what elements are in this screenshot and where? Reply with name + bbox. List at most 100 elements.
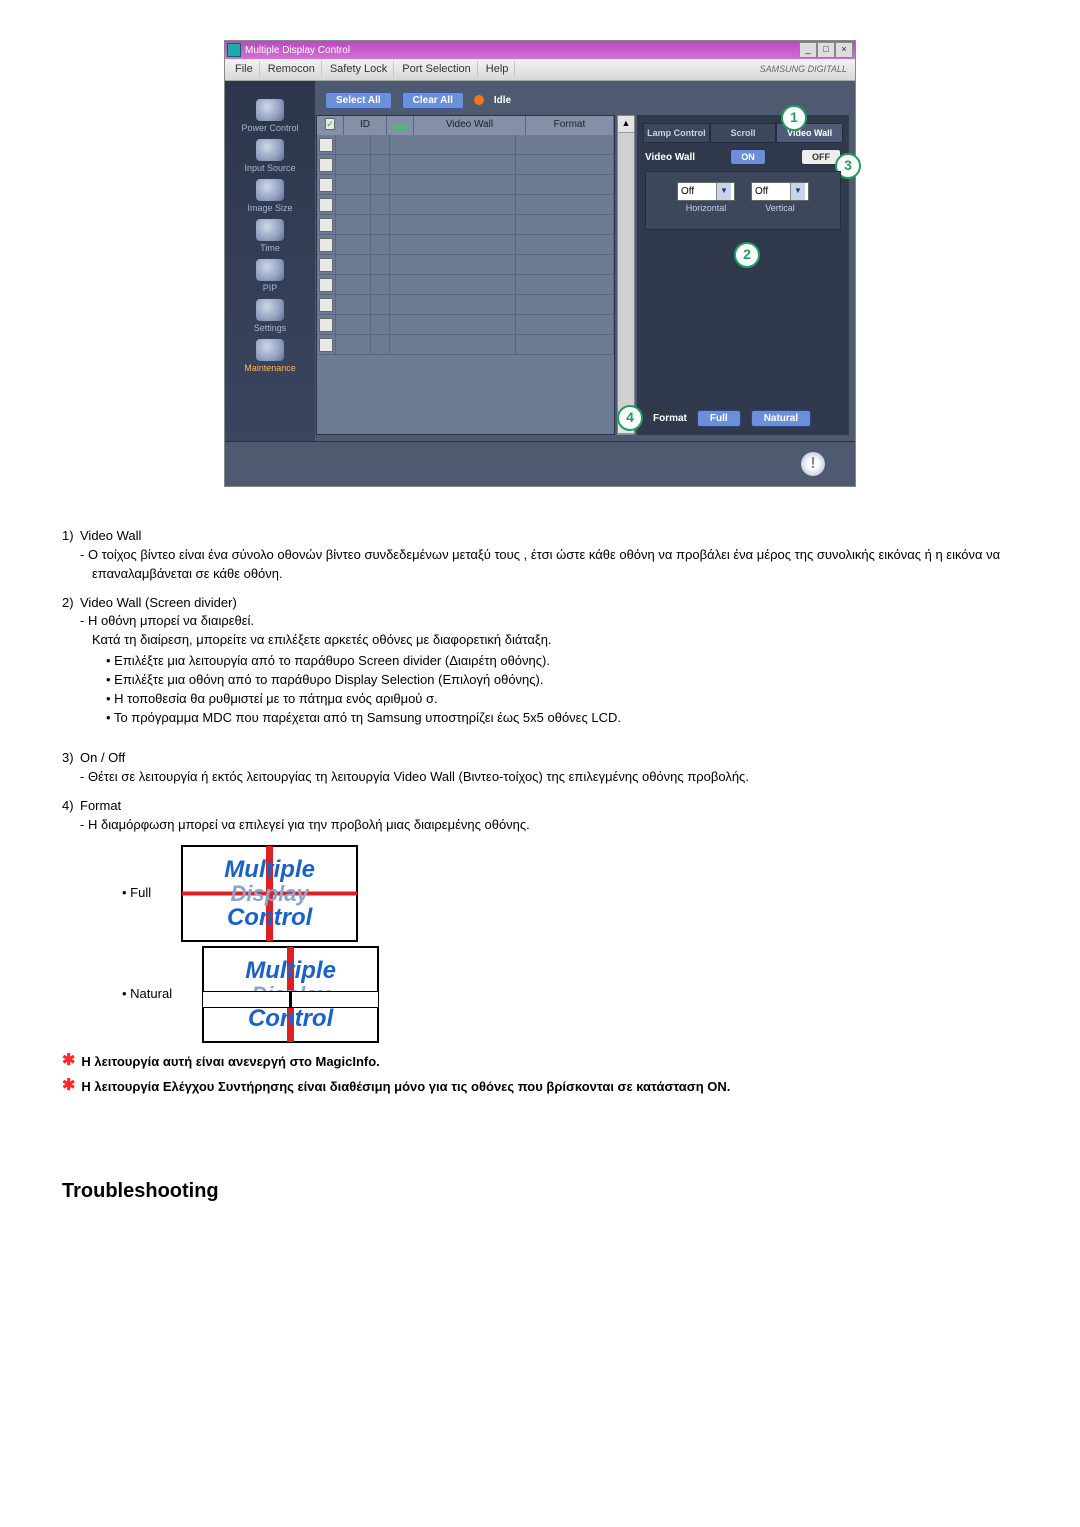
sidebar: Power Control Input Source Image Size Ti… [225, 81, 315, 441]
idle-label: Idle [494, 95, 511, 106]
maintenance-icon [256, 339, 284, 361]
window-title: Multiple Display Control [245, 45, 350, 56]
scroll-up-button[interactable]: ▲ [618, 116, 634, 133]
item3-body: Θέτει σε λειτουργία ή εκτός λειτουργίας … [88, 769, 749, 784]
video-wall-label: Video Wall [645, 152, 695, 163]
table-row[interactable] [317, 155, 614, 175]
table-row[interactable] [317, 275, 614, 295]
col-video-wall[interactable]: Video Wall [414, 116, 526, 135]
format-natural-button[interactable]: Natural [751, 410, 811, 427]
row-checkbox[interactable] [319, 178, 333, 192]
sidebar-item-pip[interactable]: PIP [256, 259, 284, 293]
troubleshooting-heading: Troubleshooting [62, 1177, 1018, 1206]
item4-title: Format [80, 798, 121, 813]
right-panel: 1 Lamp Control Scroll Video Wall Video W… [637, 115, 849, 435]
video-wall-on-button[interactable]: ON [730, 149, 766, 165]
sidebar-label: PIP [263, 283, 278, 293]
col-format[interactable]: Format [526, 116, 614, 135]
table-row[interactable] [317, 135, 614, 155]
grid-header: ✓ ID Video Wall Format [317, 116, 614, 135]
grid-scrollbar[interactable]: ▲ ▼ [617, 115, 635, 435]
row-checkbox[interactable] [319, 238, 333, 252]
warning-icon: ! [801, 452, 825, 476]
select-all-checkbox[interactable]: ✓ [325, 118, 335, 130]
item2-bullet: Το πρόγραμμα MDC που παρέχεται από τη Sa… [106, 709, 1018, 728]
item3-title: On / Off [80, 750, 125, 765]
row-checkbox[interactable] [319, 338, 333, 352]
table-row[interactable] [317, 195, 614, 215]
sidebar-item-image-size[interactable]: Image Size [247, 179, 292, 213]
sidebar-item-settings[interactable]: Settings [254, 299, 287, 333]
settings-icon [256, 299, 284, 321]
annotation-1: 1 [781, 105, 807, 131]
power-icon [256, 99, 284, 121]
row-checkbox[interactable] [319, 158, 333, 172]
chevron-down-icon: ▼ [716, 183, 731, 200]
horizontal-label: Horizontal [677, 203, 735, 213]
menu-remocon[interactable]: Remocon [262, 61, 322, 77]
item2-line1: Η οθόνη μπορεί να διαιρεθεί. [88, 613, 254, 628]
item2-title: Video Wall (Screen divider) [80, 595, 237, 610]
table-row[interactable] [317, 235, 614, 255]
sidebar-item-time[interactable]: Time [256, 219, 284, 253]
row-checkbox[interactable] [319, 258, 333, 272]
status-bar: ! [225, 441, 855, 486]
maximize-button[interactable]: □ [817, 42, 835, 58]
sidebar-item-maintenance[interactable]: Maintenance [244, 339, 296, 373]
menu-help[interactable]: Help [480, 61, 516, 77]
minimize-button[interactable]: _ [799, 42, 817, 58]
row-checkbox[interactable] [319, 198, 333, 212]
split-natural-label: Natural [122, 985, 172, 1004]
item2-bullet: Επιλέξτε μια οθόνη από το παράθυρο Displ… [106, 671, 1018, 690]
table-row[interactable] [317, 255, 614, 275]
menu-port-selection[interactable]: Port Selection [396, 61, 477, 77]
row-checkbox[interactable] [319, 218, 333, 232]
table-row[interactable] [317, 335, 614, 355]
sidebar-label: Power Control [241, 123, 298, 133]
select-all-button[interactable]: Select All [325, 92, 392, 109]
split-full-label: Full [122, 884, 151, 903]
star-icon: ✱ [62, 1053, 75, 1072]
menu-safety-lock[interactable]: Safety Lock [324, 61, 394, 77]
table-row[interactable] [317, 215, 614, 235]
input-source-icon [256, 139, 284, 161]
format-full-button[interactable]: Full [697, 410, 741, 427]
idle-indicator-icon [474, 95, 484, 105]
menu-file[interactable]: File [229, 61, 260, 77]
document-body: 1)Video Wall - Ο τοίχος βίντεο είναι ένα… [62, 527, 1018, 1206]
item1-body: Ο τοίχος βίντεο είναι ένα σύνολο οθονών … [88, 547, 1000, 581]
vertical-value: Off [755, 186, 768, 197]
row-checkbox[interactable] [319, 318, 333, 332]
table-row[interactable] [317, 315, 614, 335]
sidebar-item-power-control[interactable]: Power Control [241, 99, 298, 133]
scroll-track[interactable] [618, 133, 634, 417]
menubar: File Remocon Safety Lock Port Selection … [225, 59, 855, 81]
format-label: Format [653, 413, 687, 424]
star-icon: ✱ [62, 1078, 75, 1097]
item4-body: Η διαμόρφωση μπορεί να επιλεγεί για την … [88, 817, 530, 832]
tab-scroll[interactable]: Scroll [710, 123, 777, 143]
sidebar-item-input-source[interactable]: Input Source [244, 139, 295, 173]
sidebar-label: Settings [254, 323, 287, 333]
time-icon [256, 219, 284, 241]
chevron-down-icon: ▼ [790, 183, 805, 200]
row-checkbox[interactable] [319, 298, 333, 312]
horizontal-select[interactable]: Off ▼ [677, 182, 735, 201]
clear-all-button[interactable]: Clear All [402, 92, 464, 109]
close-button[interactable]: × [835, 42, 853, 58]
table-row[interactable] [317, 295, 614, 315]
col-id[interactable]: ID [344, 116, 387, 135]
vertical-select[interactable]: Off ▼ [751, 182, 809, 201]
row-checkbox[interactable] [319, 278, 333, 292]
tab-lamp-control[interactable]: Lamp Control [643, 123, 710, 143]
item1-title: Video Wall [80, 528, 141, 543]
image-size-icon [256, 179, 284, 201]
app-window: Multiple Display Control _ □ × File Remo… [224, 40, 856, 487]
table-row[interactable] [317, 175, 614, 195]
sidebar-label: Image Size [247, 203, 292, 213]
app-icon [227, 43, 241, 57]
display-grid: ✓ ID Video Wall Format [316, 115, 615, 435]
item2-line2: Κατά τη διαίρεση, μπορείτε να επιλέξετε … [62, 631, 1018, 650]
signal-icon [394, 119, 406, 129]
row-checkbox[interactable] [319, 138, 333, 152]
